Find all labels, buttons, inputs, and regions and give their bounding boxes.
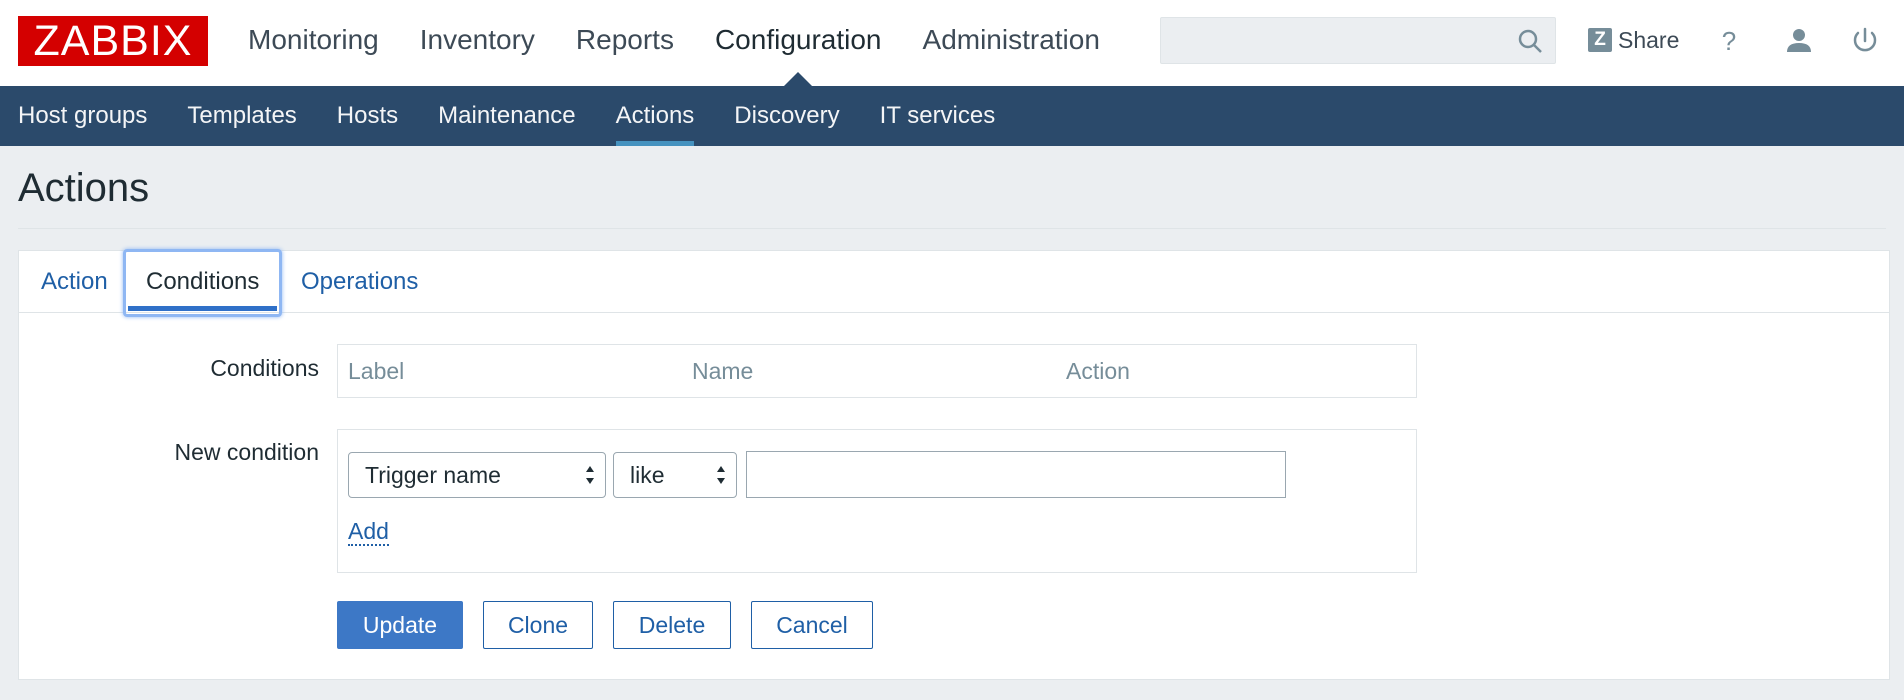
zabbix-logo[interactable]: ZABBIX bbox=[18, 16, 208, 66]
select-arrows-icon bbox=[717, 466, 725, 484]
tab-action[interactable]: Action bbox=[41, 251, 108, 313]
menu-inventory[interactable]: Inventory bbox=[420, 0, 535, 86]
share-z-icon: Z bbox=[1588, 28, 1612, 52]
conditions-label: Conditions bbox=[210, 355, 319, 381]
condition-type-value: Trigger name bbox=[365, 462, 501, 488]
update-button[interactable]: Update bbox=[337, 601, 463, 649]
sub-menu: Host groups Templates Hosts Maintenance … bbox=[0, 86, 1904, 146]
delete-button[interactable]: Delete bbox=[613, 601, 731, 649]
column-label: Label bbox=[348, 358, 405, 384]
condition-operator-select[interactable]: like bbox=[613, 452, 737, 498]
submenu-it-services[interactable]: IT services bbox=[880, 86, 996, 146]
menu-administration[interactable]: Administration bbox=[923, 0, 1100, 86]
submenu-actions[interactable]: Actions bbox=[615, 86, 694, 146]
menu-reports[interactable]: Reports bbox=[576, 0, 674, 86]
add-condition-link[interactable]: Add bbox=[348, 518, 389, 546]
conditions-table: Label Name Action bbox=[337, 344, 1417, 398]
top-header: ZABBIX Monitoring Inventory Reports Conf… bbox=[0, 0, 1904, 86]
menu-configuration[interactable]: Configuration bbox=[715, 0, 882, 86]
condition-value-input[interactable] bbox=[746, 451, 1286, 498]
clone-button[interactable]: Clone bbox=[483, 601, 593, 649]
action-form: Action Conditions Operations Conditions … bbox=[18, 249, 1890, 680]
form-tabs: Action Conditions Operations bbox=[19, 249, 1889, 317]
select-arrows-icon bbox=[586, 466, 594, 484]
search-icon[interactable] bbox=[1517, 28, 1543, 54]
help-icon[interactable]: ? bbox=[1712, 24, 1746, 58]
title-divider bbox=[18, 228, 1886, 229]
column-action: Action bbox=[1066, 358, 1130, 384]
svg-text:?: ? bbox=[1722, 26, 1736, 56]
condition-type-select[interactable]: Trigger name bbox=[348, 452, 606, 498]
tab-conditions[interactable]: Conditions bbox=[123, 249, 283, 317]
search-input[interactable] bbox=[1161, 18, 1511, 63]
page-title: Actions bbox=[18, 166, 150, 210]
tab-operations[interactable]: Operations bbox=[301, 251, 418, 313]
share-link[interactable]: Z Share bbox=[1588, 24, 1679, 56]
main-menu: Monitoring Inventory Reports Configurati… bbox=[248, 0, 1141, 86]
new-condition-label: New condition bbox=[174, 439, 319, 465]
menu-monitoring[interactable]: Monitoring bbox=[248, 0, 379, 86]
condition-operator-value: like bbox=[630, 462, 665, 488]
cancel-button[interactable]: Cancel bbox=[751, 601, 873, 649]
submenu-hosts[interactable]: Hosts bbox=[337, 86, 398, 146]
user-icon[interactable] bbox=[1782, 24, 1816, 58]
new-condition-box: Trigger name like Add bbox=[337, 429, 1417, 573]
submenu-host-groups[interactable]: Host groups bbox=[18, 86, 147, 146]
submenu-maintenance[interactable]: Maintenance bbox=[438, 86, 575, 146]
submenu-discovery[interactable]: Discovery bbox=[734, 86, 839, 146]
global-search bbox=[1160, 17, 1556, 64]
column-name: Name bbox=[692, 358, 754, 384]
power-icon[interactable] bbox=[1848, 24, 1882, 58]
share-label: Share bbox=[1618, 26, 1680, 53]
submenu-templates[interactable]: Templates bbox=[187, 86, 296, 146]
